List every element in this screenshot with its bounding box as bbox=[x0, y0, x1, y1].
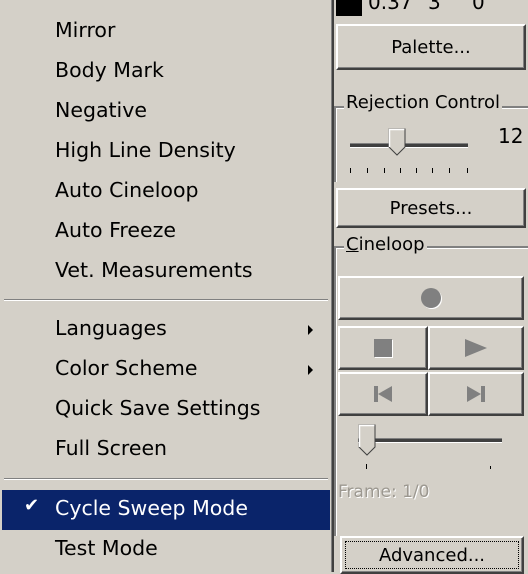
menu-item-label: Body Mark bbox=[55, 58, 164, 82]
menu-item-label: Color Scheme bbox=[55, 356, 198, 380]
color-swatch bbox=[336, 0, 362, 16]
menu-item-languages[interactable]: Languages bbox=[2, 312, 330, 348]
menu-item-label: Quick Save Settings bbox=[55, 396, 261, 420]
menu-item-mirror[interactable]: Mirror bbox=[2, 14, 330, 50]
rejection-slider-track bbox=[350, 143, 468, 148]
menu-item-label: Languages bbox=[55, 316, 167, 340]
menu-item-quick-save-settings[interactable]: Quick Save Settings bbox=[2, 392, 330, 428]
rejection-slider-thumb[interactable] bbox=[388, 128, 406, 156]
menu-item-negative[interactable]: Negative bbox=[2, 94, 330, 130]
rejection-value: 12 bbox=[498, 124, 524, 148]
play-button[interactable] bbox=[428, 326, 524, 370]
stop-button[interactable] bbox=[338, 326, 428, 370]
menu-item-body-mark[interactable]: Body Mark bbox=[2, 54, 330, 90]
advanced-button[interactable]: Advanced... bbox=[340, 536, 524, 574]
menu-item-label: Full Screen bbox=[55, 436, 168, 460]
palette-button[interactable]: Palette... bbox=[336, 24, 526, 70]
menu-item-vet-measurements[interactable]: Vet. Measurements bbox=[2, 254, 330, 290]
cineloop-slider-tick-end bbox=[490, 466, 491, 469]
record-button[interactable] bbox=[338, 276, 524, 320]
cineloop-slider-thumb[interactable] bbox=[358, 424, 376, 456]
menu-separator bbox=[4, 478, 328, 480]
menu-separator bbox=[4, 299, 328, 301]
menu-item-auto-cineloop[interactable]: Auto Cineloop bbox=[2, 174, 330, 210]
rejection-control-title: Rejection Control bbox=[344, 92, 503, 113]
presets-button[interactable]: Presets... bbox=[336, 188, 526, 228]
skip-to-start-icon bbox=[374, 386, 392, 402]
menu-item-test-mode[interactable]: Test Mode bbox=[2, 532, 330, 568]
menu-item-full-screen[interactable]: Full Screen bbox=[2, 432, 330, 468]
menu-item-label: Auto Freeze bbox=[55, 218, 176, 242]
readout-value-1: 0.37 bbox=[368, 0, 413, 14]
record-icon bbox=[421, 288, 441, 308]
frame-label: Frame: 1/0 bbox=[338, 482, 430, 502]
control-panel: 0.37 3 0 Palette... Rejection Control 12… bbox=[332, 0, 528, 574]
submenu-arrow-icon bbox=[308, 325, 313, 335]
readout-value-3: 0 bbox=[472, 0, 485, 14]
context-menu: Mirror Body Mark Negative High Line Dens… bbox=[0, 0, 334, 572]
menu-item-cycle-sweep-mode[interactable]: ✔ Cycle Sweep Mode bbox=[2, 490, 330, 530]
cineloop-slider-tick-start bbox=[366, 464, 367, 469]
menu-item-label: Test Mode bbox=[55, 536, 158, 560]
menu-item-auto-freeze[interactable]: Auto Freeze bbox=[2, 214, 330, 250]
cineloop-slider-track bbox=[358, 438, 502, 443]
skip-to-end-button[interactable] bbox=[428, 372, 524, 416]
submenu-arrow-icon bbox=[308, 365, 313, 375]
menu-item-label: Negative bbox=[55, 98, 147, 122]
skip-to-end-icon bbox=[467, 386, 485, 402]
menu-item-color-scheme[interactable]: Color Scheme bbox=[2, 352, 330, 388]
top-readout: 0.37 3 0 bbox=[332, 0, 528, 18]
skip-to-start-button[interactable] bbox=[338, 372, 428, 416]
menu-item-label: Cycle Sweep Mode bbox=[55, 496, 248, 520]
play-icon bbox=[465, 339, 487, 357]
menu-item-label: High Line Density bbox=[55, 138, 236, 162]
cineloop-title: Cineloop bbox=[344, 234, 427, 255]
menu-item-high-line-density[interactable]: High Line Density bbox=[2, 134, 330, 170]
readout-value-2: 3 bbox=[428, 0, 441, 14]
menu-item-label: Mirror bbox=[55, 18, 116, 42]
menu-item-label: Vet. Measurements bbox=[55, 258, 253, 282]
checkmark-icon: ✔ bbox=[24, 495, 40, 516]
menu-item-label: Auto Cineloop bbox=[55, 178, 199, 202]
stop-icon bbox=[374, 339, 392, 357]
